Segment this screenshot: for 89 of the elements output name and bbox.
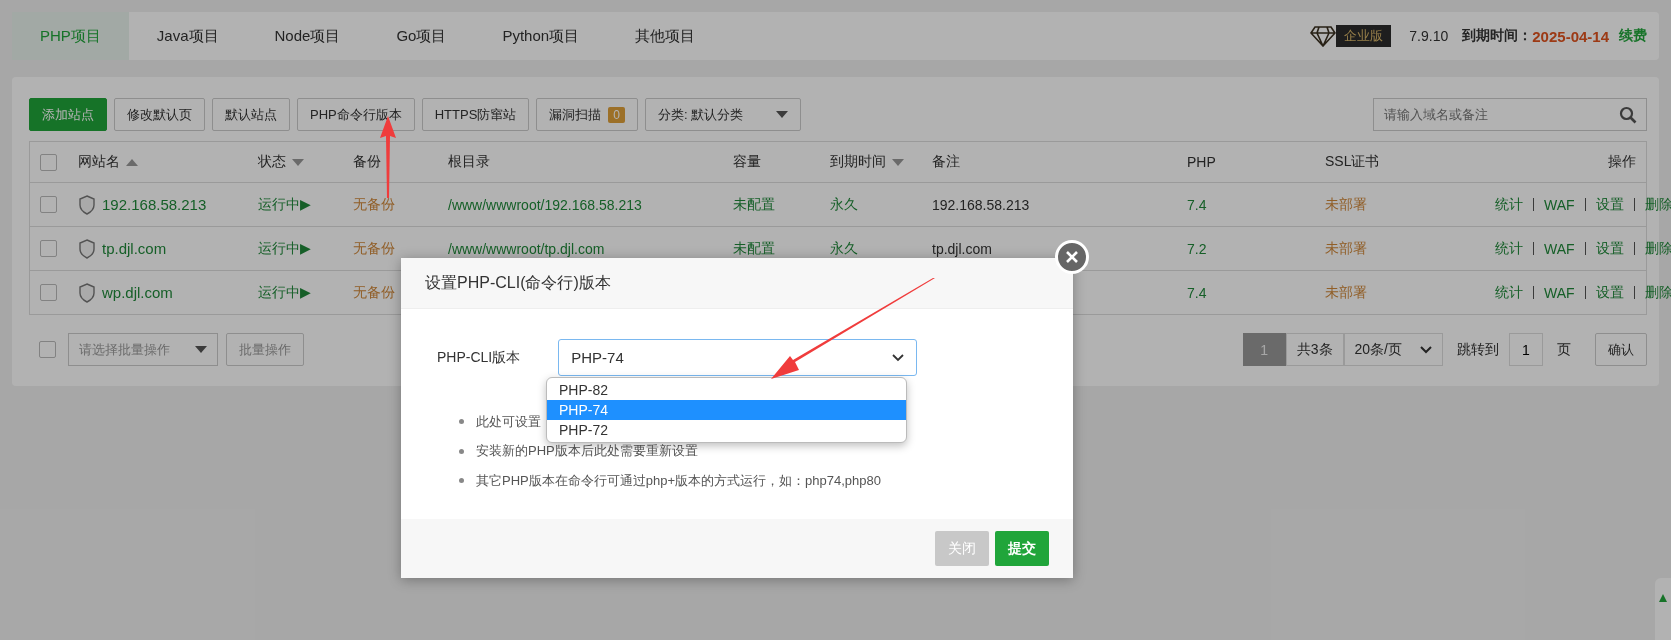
column-header[interactable]: 到期时间 [830, 153, 904, 171]
sort-icon[interactable] [126, 158, 138, 166]
diamond-icon [1310, 25, 1337, 47]
edition-badge: 企业版 [1336, 25, 1392, 47]
project-tab[interactable]: 其他项目 [607, 12, 724, 60]
dialog-title: 设置PHP-CLI(命令行)版本 [425, 272, 611, 293]
row-checkbox[interactable] [40, 240, 57, 257]
row-checkbox[interactable] [40, 284, 57, 301]
column-header[interactable]: 根目录 [448, 153, 490, 171]
toolbar-button[interactable]: 修改默认页 [114, 98, 205, 131]
shield-icon [78, 194, 96, 215]
column-header[interactable]: 操作 [1608, 153, 1636, 171]
site-status: 运行中▶ [258, 239, 311, 258]
row-action-link[interactable]: WAF [1544, 240, 1575, 257]
column-header[interactable]: SSL证书 [1325, 153, 1380, 171]
project-tab[interactable]: Node项目 [246, 12, 369, 60]
row-action-link[interactable]: 设置 [1595, 283, 1624, 302]
site-ssl: 未部署 [1325, 239, 1367, 258]
site-backup: 无备份 [353, 239, 395, 258]
row-action-link[interactable]: 设置 [1595, 239, 1624, 258]
column-header[interactable]: 备份 [353, 153, 381, 171]
site-php: 7.4 [1187, 284, 1207, 301]
row-action-link[interactable]: 设置 [1595, 195, 1624, 214]
shield-icon [78, 238, 96, 259]
site-php: 7.4 [1187, 196, 1207, 213]
note-text: 安装新的PHP版本后此处需要重新设置 [476, 442, 698, 461]
column-header[interactable]: 容量 [733, 153, 761, 171]
expiry-label: 到期时间： [1462, 27, 1533, 45]
site-ssl: 未部署 [1325, 195, 1367, 214]
shield-icon [78, 282, 96, 303]
site-capacity: 未配置 [733, 195, 775, 214]
search-field[interactable]: 请输入域名或备注 [1373, 98, 1647, 131]
site-capacity: 未配置 [733, 239, 775, 258]
site-remark: tp.djl.com [932, 240, 992, 257]
site-status: 运行中▶ [258, 195, 311, 214]
site-backup: 无备份 [353, 283, 395, 302]
expiry-date: 2025-04-14 [1532, 27, 1609, 45]
version-text: 7.9.10 [1409, 28, 1449, 44]
page-unit: 页 [1557, 340, 1571, 359]
dropdown-option[interactable]: PHP-82 [547, 380, 906, 400]
site-expiry: 永久 [830, 195, 858, 214]
row-action-link[interactable]: 统计 [1495, 283, 1523, 302]
column-header[interactable]: 网站名 [78, 153, 138, 171]
toolbar-button[interactable]: HTTPS防窜站 [421, 98, 530, 131]
search-icon [1619, 106, 1637, 124]
site-ssl: 未部署 [1325, 283, 1367, 302]
site-backup: 无备份 [353, 195, 395, 214]
project-tab[interactable]: Go项目 [368, 12, 475, 60]
side-widget[interactable] [1655, 578, 1671, 640]
row-action-link[interactable]: WAF [1544, 284, 1575, 301]
category-dropdown[interactable]: 分类: 默认分类 [645, 98, 802, 131]
note-text: 此处可设置 [476, 412, 541, 431]
project-tab[interactable]: Python项目 [474, 12, 608, 60]
batch-checkbox[interactable] [39, 341, 56, 358]
column-header[interactable]: 备注 [932, 153, 960, 171]
column-header[interactable]: PHP [1187, 154, 1216, 170]
site-php: 7.2 [1187, 240, 1207, 257]
project-tab[interactable]: Java项目 [128, 12, 247, 60]
chevron-icon [892, 353, 905, 362]
column-header[interactable]: 状态 [258, 153, 304, 171]
site-remark: 192.168.58.213 [932, 196, 1030, 213]
select-all-checkbox[interactable] [40, 153, 57, 171]
row-action-link[interactable]: WAF [1544, 196, 1575, 213]
note-text: 其它PHP版本在命令行可通过php+版本的方式运行，如：php74,php80 [476, 471, 881, 490]
confirm-button[interactable]: 确认 [1595, 333, 1647, 366]
jump-label: 跳转到 [1457, 340, 1499, 359]
dropdown-option[interactable]: PHP-72 [547, 420, 906, 440]
site-status: 运行中▶ [258, 283, 311, 302]
toolbar-button[interactable]: 默认站点 [212, 98, 290, 131]
sort-icon[interactable] [292, 158, 304, 166]
site-name[interactable]: wp.djl.com [102, 284, 173, 301]
site-root[interactable]: /www/wwwroot/192.168.58.213 [448, 196, 642, 213]
site-expiry: 永久 [830, 239, 858, 258]
jump-field[interactable]: 1 [1509, 333, 1543, 366]
row-checkbox[interactable] [40, 196, 57, 213]
site-name[interactable]: tp.djl.com [102, 240, 167, 257]
scan-button[interactable]: 漏洞扫描 0 [536, 98, 639, 131]
chevron-icon [1420, 345, 1432, 354]
row-action-link[interactable]: 统计 [1495, 195, 1523, 214]
total-count: 共3条 [1285, 333, 1344, 366]
toolbar-button[interactable]: PHP命令行版本 [297, 98, 415, 131]
page-size-dropdown[interactable]: 20条/页 [1343, 333, 1443, 366]
site-name[interactable]: 192.168.58.213 [102, 196, 207, 213]
version-select[interactable]: PHP-74 [558, 339, 918, 376]
close-icon [1065, 250, 1079, 264]
site-root[interactable]: /www/wwwroot/tp.djl.com [448, 240, 605, 257]
field-label: PHP-CLI版本 [437, 348, 521, 367]
sort-icon[interactable] [892, 158, 904, 166]
row-action-link[interactable]: 统计 [1495, 239, 1523, 258]
